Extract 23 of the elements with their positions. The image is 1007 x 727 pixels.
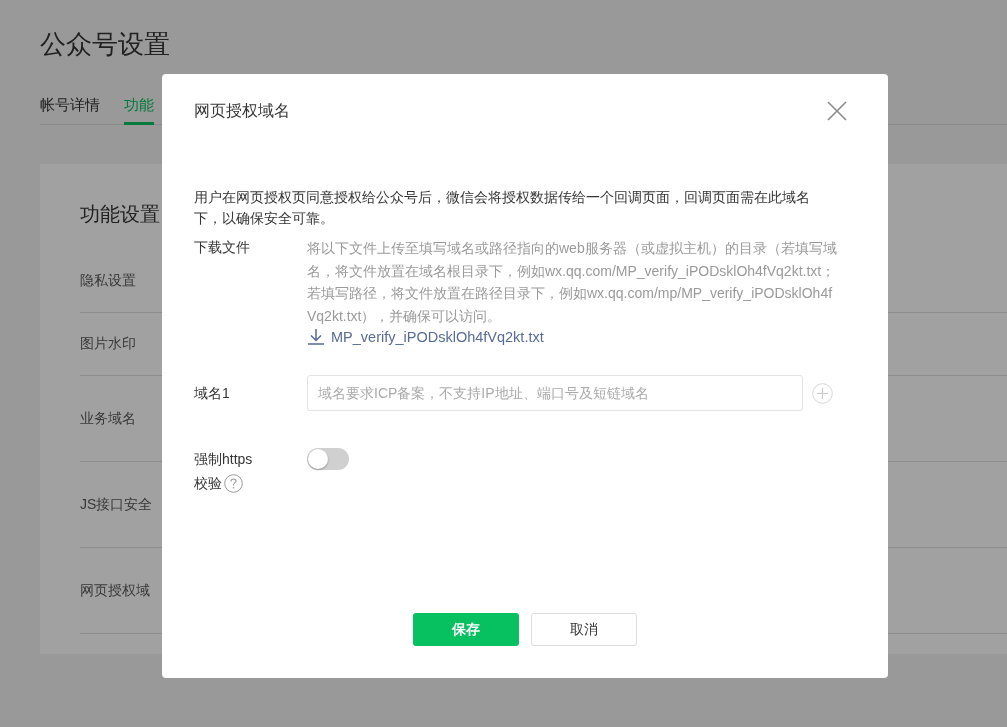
setting-label: JS接口安全 <box>80 495 153 514</box>
page-title: 公众号设置 <box>40 28 171 61</box>
setting-label: 业务域名 <box>80 409 136 428</box>
close-icon[interactable] <box>827 101 847 121</box>
description-text: 用户在网页授权页同意授权给公众号后，微信会将授权数据传给一个回调页面，回调页面需在此域名下，以确保安全可靠。 <box>194 188 811 228</box>
tab[interactable]: 帐号详情 <box>40 88 100 123</box>
file-link[interactable]: MP_verify_iPODsklOh4fVq2kt.txt <box>331 328 544 345</box>
cancel-button[interactable]: 取消 <box>531 613 637 646</box>
download-icon[interactable] <box>307 328 325 345</box>
https-toggle[interactable] <box>307 448 349 470</box>
instructions-text: 将以下文件上传至填写域名或路径指向的web服务器（或虚拟主机）的目录（若填写域名，将文件放置在域名根目录下，例如wx.qq.com/MP_verify_iPODsklOh4fVq2kt.txt；若填写路径，将文件放置在路径目录下，例如wx.qq.com/mp/MP_verify_iPODsklOh4fVq2kt.txt），并确保可以访问。 <box>307 239 838 326</box>
setting-label: 隐私设置 <box>80 272 136 290</box>
dialog-title: 网页授权域名 <box>194 100 290 121</box>
setting-label: 网页授权域 <box>80 581 150 600</box>
setting-label: 图片水印 <box>80 335 136 353</box>
add-icon[interactable] <box>812 382 833 404</box>
field-label: 校验 <box>194 474 222 493</box>
field-label: 域名1 <box>194 383 231 403</box>
help-icon[interactable] <box>224 473 243 493</box>
field-label: 强制https <box>194 450 253 469</box>
field-label: 下载文件 <box>194 238 251 257</box>
card-heading: 功能设置 <box>80 202 160 227</box>
domain-input-field[interactable]: 域名要求ICP备案，不支持IP地址、端口号及短链域名 <box>307 375 803 411</box>
